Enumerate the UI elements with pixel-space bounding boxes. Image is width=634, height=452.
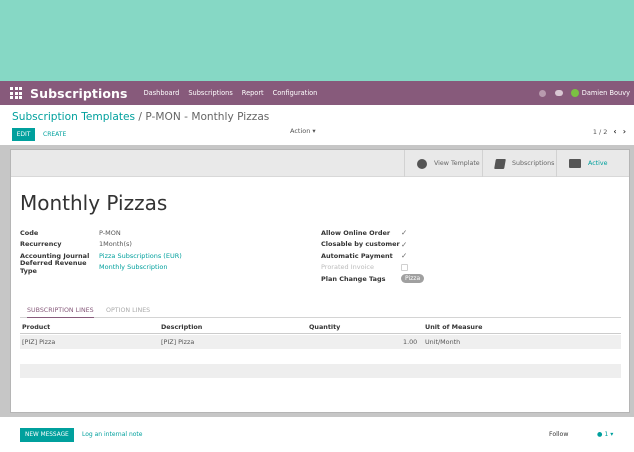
check-icon: ✓ bbox=[401, 228, 408, 238]
field-label: Closable by customer bbox=[321, 240, 400, 249]
clock-icon[interactable] bbox=[538, 89, 546, 97]
chat-icon[interactable] bbox=[554, 90, 563, 96]
globe-icon bbox=[417, 158, 427, 169]
field-value: 1Month(s) bbox=[99, 240, 132, 249]
edit-button[interactable]: EDIT bbox=[12, 128, 35, 141]
book-icon bbox=[494, 158, 506, 169]
user-menu[interactable]: Damien Bouvy bbox=[582, 89, 630, 97]
log-note-link[interactable]: Log an internal note bbox=[82, 428, 142, 442]
breadcrumb-separator: / bbox=[135, 111, 146, 123]
check-icon: ✓ bbox=[401, 251, 408, 261]
field-recurrency: Recurrency 1Month(s) bbox=[20, 239, 182, 251]
view-template-label: View Template bbox=[434, 160, 480, 167]
breadcrumb: Subscription Templates / P-MON - Monthly… bbox=[12, 111, 269, 123]
pager-value[interactable]: 1 / 2 bbox=[593, 128, 608, 136]
app-brand[interactable]: Subscriptions bbox=[30, 86, 128, 101]
field-plan-change-tags: Plan Change Tags Pizza bbox=[321, 273, 425, 285]
column-quantity[interactable]: Quantity bbox=[309, 323, 340, 331]
active-label: Active bbox=[588, 160, 608, 167]
tab-subscription-lines[interactable]: SUBSCRIPTION LINES bbox=[27, 307, 94, 318]
field-label: Plan Change Tags bbox=[321, 274, 386, 283]
field-label: Recurrency bbox=[20, 240, 62, 249]
prorated-checkbox bbox=[401, 263, 408, 271]
apps-icon[interactable] bbox=[10, 87, 22, 99]
table-footer-row bbox=[20, 364, 621, 378]
table-header: Product Description Quantity Unit of Mea… bbox=[20, 320, 621, 334]
cell-uom: Unit/Month bbox=[425, 338, 461, 346]
form-sheet: View Template Subscriptions Active Month… bbox=[10, 149, 630, 413]
pager-next-icon[interactable]: › bbox=[623, 127, 626, 136]
journal-link[interactable]: Pizza Subscriptions (EUR) bbox=[99, 252, 182, 260]
active-toggle-button[interactable]: Active bbox=[556, 150, 629, 177]
followers-dropdown[interactable]: ● 1 ▾ bbox=[597, 428, 613, 442]
record-title[interactable]: Monthly Pizzas bbox=[20, 191, 167, 215]
nav-systray: Damien Bouvy bbox=[538, 81, 630, 105]
create-button[interactable]: CREATE bbox=[43, 128, 66, 141]
field-label: Deferred Revenue Type bbox=[20, 259, 87, 276]
cell-product: [PIZ] Pizza bbox=[22, 338, 56, 346]
action-dropdown[interactable]: Action ▾ bbox=[290, 127, 316, 135]
archive-icon bbox=[569, 159, 581, 168]
main-navbar: Subscriptions Dashboard Subscriptions Re… bbox=[0, 81, 634, 105]
pager-prev-icon[interactable]: ‹ bbox=[613, 127, 616, 136]
chatter: NEW MESSAGE Log an internal note Follow … bbox=[0, 417, 634, 452]
field-code: Code P-MON bbox=[20, 227, 182, 239]
top-band bbox=[0, 0, 634, 81]
field-label: Code bbox=[20, 228, 39, 237]
field-prorated-invoice: Prorated Invoice bbox=[321, 262, 424, 274]
user-icon: ● bbox=[597, 431, 603, 438]
column-description[interactable]: Description bbox=[161, 323, 202, 331]
button-box: View Template Subscriptions Active bbox=[11, 150, 629, 177]
pager: 1 / 2 ‹ › bbox=[593, 127, 626, 136]
field-allow-online-order: Allow Online Order ✓ bbox=[321, 227, 424, 239]
field-label: Allow Online Order bbox=[321, 228, 391, 237]
tab-option-lines[interactable]: OPTION LINES bbox=[106, 307, 150, 314]
left-fields: Code P-MON Recurrency 1Month(s) Accounti… bbox=[20, 227, 182, 276]
new-message-button[interactable]: NEW MESSAGE bbox=[20, 428, 74, 442]
right-fields: Allow Online Order ✓ Closable by custome… bbox=[321, 227, 425, 285]
deferred-revenue-link[interactable]: Monthly Subscription bbox=[99, 263, 167, 271]
control-panel: Subscription Templates / P-MON - Monthly… bbox=[0, 105, 634, 145]
cell-quantity: 1.00 bbox=[403, 338, 418, 346]
table-row[interactable]: [PIZ] Pizza [PIZ] Pizza 1.00 Unit/Month bbox=[20, 335, 621, 349]
tag-badge: Pizza bbox=[401, 274, 425, 284]
followers-count: 1 ▾ bbox=[604, 431, 614, 438]
field-label: Prorated Invoice bbox=[321, 263, 374, 272]
subscriptions-label: Subscriptions bbox=[512, 160, 555, 167]
column-uom[interactable]: Unit of Measure bbox=[425, 323, 482, 331]
cell-description: [PIZ] Pizza bbox=[161, 338, 195, 346]
nav-item-subscriptions[interactable]: Subscriptions bbox=[188, 89, 232, 97]
column-product[interactable]: Product bbox=[22, 323, 50, 331]
breadcrumb-parent[interactable]: Subscription Templates bbox=[12, 111, 135, 123]
nav-item-dashboard[interactable]: Dashboard bbox=[144, 89, 180, 97]
field-label: Automatic Payment bbox=[321, 251, 393, 260]
view-template-button[interactable]: View Template bbox=[404, 150, 482, 177]
subscriptions-button[interactable]: Subscriptions bbox=[482, 150, 556, 177]
nav-item-configuration[interactable]: Configuration bbox=[273, 89, 318, 97]
field-value: P-MON bbox=[99, 228, 121, 237]
breadcrumb-current: P-MON - Monthly Pizzas bbox=[145, 111, 270, 123]
follow-button[interactable]: Follow bbox=[549, 428, 568, 442]
field-automatic-payment: Automatic Payment ✓ bbox=[321, 250, 424, 262]
avatar[interactable] bbox=[570, 89, 579, 97]
field-closable: Closable by customer ✓ bbox=[321, 239, 424, 251]
check-icon: ✓ bbox=[401, 239, 408, 249]
nav-item-report[interactable]: Report bbox=[242, 89, 264, 97]
field-deferred-revenue: Deferred Revenue Type Monthly Subscripti… bbox=[20, 259, 182, 276]
nav-menu: Dashboard Subscriptions Report Configura… bbox=[144, 89, 327, 97]
notebook-tabs: SUBSCRIPTION LINES OPTION LINES bbox=[20, 303, 621, 318]
